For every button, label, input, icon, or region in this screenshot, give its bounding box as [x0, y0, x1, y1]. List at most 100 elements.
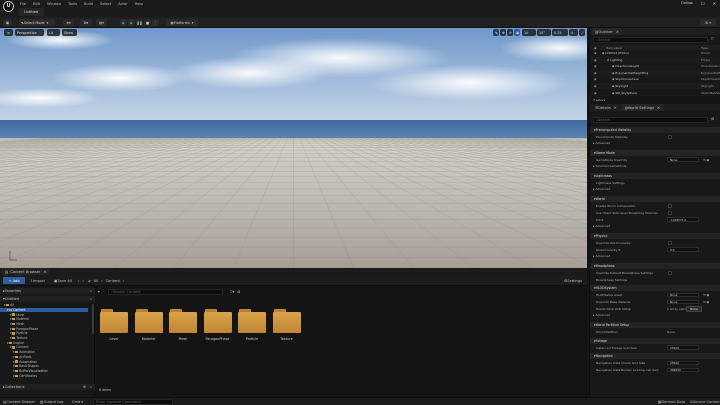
advanced-toggle[interactable]: ▸ Advanced — [593, 187, 610, 191]
property-number-field[interactable]: 0.0 — [667, 247, 699, 252]
outliner-row[interactable]: ◉ ◆ DirectionalLight DirectionalLi — [590, 63, 720, 69]
visibility-eye-icon[interactable]: ◉ — [594, 71, 597, 75]
add-collection-icon[interactable]: ⊕ — [83, 385, 86, 389]
source-control-button[interactable]: ⊘ Source Control — [690, 399, 720, 405]
cmd-button[interactable]: Cmd ▾ — [72, 399, 83, 405]
outliner-filter-icon[interactable]: ⛉ — [711, 37, 714, 41]
console-input[interactable]: Enter Console Command — [93, 399, 173, 405]
property-checkbox[interactable] — [668, 203, 672, 208]
derived-data-button[interactable]: ▦ Derived Data — [658, 399, 685, 405]
project-header[interactable]: ▾ Untitled ⌕ — [0, 296, 95, 302]
visibility-eye-icon[interactable]: ◉ — [594, 58, 597, 62]
tree-scrollbar[interactable] — [92, 304, 94, 334]
type-column[interactable]: Type — [701, 46, 708, 50]
import-button[interactable]: ⇩ Import — [28, 277, 47, 284]
settings-button[interactable]: ⚙ ▾ — [700, 19, 716, 26]
menu-window[interactable]: Window — [47, 2, 61, 6]
browse-icon[interactable]: ⟲ ▣ — [703, 300, 709, 304]
details-section-header[interactable]: ▾ Broadphase — [590, 262, 720, 269]
search-icon[interactable]: ⌕ — [90, 385, 92, 389]
save-icon[interactable]: ▣ — [3, 19, 12, 26]
details-section-header[interactable]: ▾ HLODSystem — [590, 285, 720, 291]
grid-snap-button[interactable]: 10 — [522, 29, 536, 36]
visibility-eye-icon[interactable]: ◉ — [594, 84, 597, 88]
tab-close-icon[interactable]: ✕ — [614, 106, 617, 110]
outliner-row[interactable]: ◉ ◆ SM_SkySphere StaticMeshAc — [590, 90, 720, 96]
menu-actor[interactable]: Actor — [118, 2, 127, 6]
maximize-icon[interactable]: ☐ — [701, 1, 705, 6]
details-search-input[interactable]: ⌕ Search — [593, 117, 708, 123]
folder-tile[interactable]: ParagonPhase — [203, 309, 234, 347]
close-icon[interactable]: ✕ — [713, 1, 716, 6]
level-tab[interactable]: Untitled — [18, 8, 45, 16]
viewport-menu-icon[interactable]: ≡ — [4, 29, 13, 36]
minimize-icon[interactable]: — — [689, 1, 693, 6]
property-number-field[interactable]: 25600 — [667, 345, 699, 350]
browse-icon[interactable]: ⟲ ▣ — [703, 293, 709, 297]
outliner-tab[interactable]: ▤ Outliner ✕ — [592, 28, 622, 35]
property-checkbox[interactable] — [668, 134, 672, 139]
content-drawer-button[interactable]: ▤ Content Drawer — [3, 399, 35, 405]
add-button[interactable]: + Add — [3, 277, 25, 284]
outliner-row[interactable]: ◉ ◆ Untitled (Editor) World — [590, 50, 720, 56]
maximize-viewport-icon[interactable]: ⤢ — [579, 29, 585, 36]
visibility-eye-icon[interactable]: ◉ — [594, 77, 597, 81]
property-dropdown[interactable]: None — [667, 292, 699, 298]
property-dropdown[interactable]: None — [667, 299, 699, 305]
output-log-button[interactable]: ▥ Output Log — [40, 399, 63, 405]
scale-snap-button[interactable]: 0.25 — [552, 29, 568, 36]
details-view-options-icon[interactable]: ⚙ — [711, 117, 714, 121]
details-section-header[interactable]: ▾ Physics — [590, 232, 720, 239]
favorites-header[interactable]: ▸ Favorites ⌕ — [0, 288, 95, 294]
property-checkbox[interactable] — [668, 270, 672, 275]
breadcrumb-content[interactable]: Content — [106, 279, 120, 283]
property-checkbox[interactable] — [668, 240, 672, 245]
advanced-toggle[interactable]: ▸ Selected GameMode — [593, 164, 627, 168]
property-number-field[interactable]: 25600 — [667, 360, 699, 366]
camera-speed-button[interactable]: 4 — [569, 29, 578, 36]
property-number-field[interactable]: 409600 — [667, 367, 699, 373]
visibility-eye-icon[interactable]: ◉ — [594, 64, 597, 68]
property-dropdown[interactable]: None — [667, 157, 699, 162]
tab-close-icon[interactable]: ✕ — [657, 106, 660, 110]
rotate-snap-button[interactable]: 10° — [537, 29, 551, 36]
select-mode-button[interactable]: ⬉ Select Mode ▾ — [19, 19, 55, 26]
visibility-eye-icon[interactable]: ◉ — [594, 51, 597, 55]
outliner-row[interactable]: ◉ ◆ SkyLight SkyLight — [590, 83, 720, 89]
advanced-toggle[interactable]: ▸ Advanced — [593, 313, 610, 317]
world-settings-tab[interactable]: ◍ World Settings ✕ — [621, 104, 664, 111]
settings-button[interactable]: ⚙ Settings — [564, 277, 582, 284]
unreal-logo-icon[interactable]: U — [3, 1, 14, 12]
select-tool-icon[interactable]: ⬉ — [493, 29, 499, 36]
filter-list-icon[interactable]: ⛉▾ — [230, 290, 235, 294]
cinematics-icon[interactable]: ▤▾ — [96, 19, 107, 26]
tree-folder[interactable]: ▾ Certificates — [4, 374, 37, 378]
details-section-header[interactable]: ▾ Precomputed Visibility — [590, 126, 720, 133]
content-search-input[interactable]: ⌕ Search Content — [108, 289, 223, 295]
advanced-toggle[interactable]: ▸ Advanced — [593, 254, 610, 258]
back-icon[interactable]: ‹ — [78, 279, 79, 283]
details-section-header[interactable]: ▾ Lightmass — [590, 172, 720, 179]
save-all-button[interactable]: ▣ Save All — [52, 277, 74, 284]
menu-help[interactable]: Help — [135, 2, 143, 6]
property-number-field[interactable]: -1048575.0 — [667, 217, 699, 222]
details-section-header[interactable]: ▾ World Partition Setup — [590, 322, 720, 328]
viewport-scene[interactable] — [0, 28, 587, 268]
collections-header[interactable]: ▸ Collections ⊕ ⌕ — [0, 384, 95, 390]
play-icon[interactable]: ▶ — [120, 19, 127, 26]
platforms-button[interactable]: ▦ Platforms ▾ — [166, 19, 198, 26]
advanced-toggle[interactable]: ▸ Advanced — [593, 224, 610, 228]
details-section-header[interactable]: ▾ World — [590, 195, 720, 202]
perspective-button[interactable]: Perspective — [15, 29, 44, 36]
menu-file[interactable]: File — [20, 2, 26, 6]
folder-tile[interactable]: Mesh — [169, 309, 199, 347]
create-menu-icon[interactable]: ⊕▾ — [63, 19, 74, 26]
outliner-search-input[interactable]: ⌕ Search — [593, 37, 708, 43]
search-icon[interactable]: ⌕ — [90, 289, 92, 293]
visibility-eye-icon[interactable]: ◉ — [594, 91, 597, 95]
search-icon[interactable]: ⌕ — [90, 297, 92, 301]
menu-edit[interactable]: Edit — [33, 2, 40, 6]
stop-icon[interactable]: ■ — [144, 19, 151, 26]
outliner-row[interactable]: ◉ ◆ ExponentialHeightFog ExponentialH — [590, 69, 720, 76]
play-options-icon[interactable]: ⋮ — [152, 19, 159, 26]
